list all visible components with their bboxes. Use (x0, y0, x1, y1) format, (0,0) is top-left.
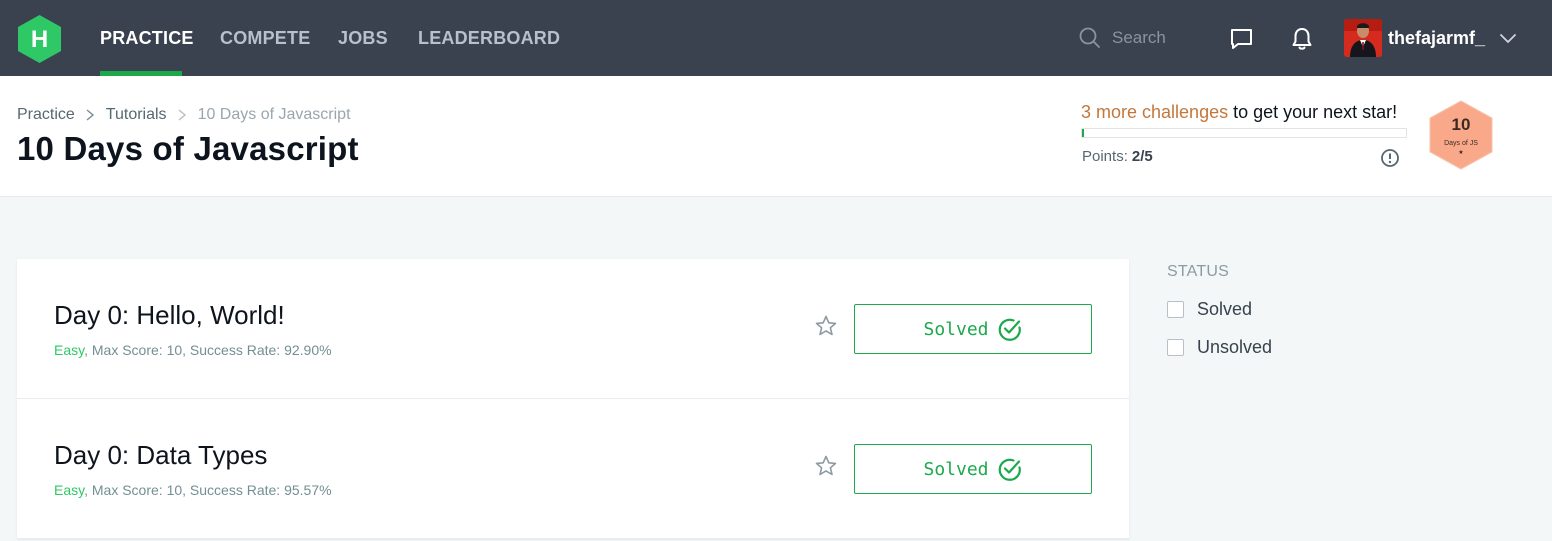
unsolved-checkbox[interactable] (1167, 339, 1184, 356)
challenge-meta: Easy, Max Score: 10, Success Rate: 95.57… (54, 482, 332, 498)
username[interactable]: thefajarmf_ (1388, 28, 1485, 49)
challenge-title[interactable]: Day 0: Hello, World! (54, 300, 285, 331)
search-box[interactable]: Search (1078, 24, 1198, 54)
solved-button[interactable]: Solved (854, 304, 1092, 354)
breadcrumb-current: 10 Days of Javascript (197, 106, 351, 123)
next-star-text: to get your next star! (1228, 102, 1398, 122)
filter-unsolved-label[interactable]: Unsolved (1197, 337, 1272, 358)
challenge-card[interactable]: Day 0: Data Types Easy, Max Score: 10, S… (17, 399, 1129, 539)
messages-icon[interactable] (1229, 27, 1255, 51)
status-filter-heading: STATUS (1167, 263, 1229, 280)
filter-solved-label[interactable]: Solved (1197, 299, 1252, 320)
points-value: 2/5 (1131, 148, 1153, 165)
filter-solved[interactable]: Solved (1167, 299, 1252, 320)
breadcrumb-tutorials[interactable]: Tutorials (106, 106, 167, 124)
points-label: Points: (1082, 148, 1128, 165)
nav-leaderboard[interactable]: LEADERBOARD (418, 28, 560, 49)
bell-icon[interactable] (1289, 26, 1315, 52)
solved-checkbox[interactable] (1167, 301, 1184, 318)
difficulty-label: Easy (54, 482, 85, 498)
challenge-stats: , Max Score: 10, Success Rate: 92.90% (84, 342, 332, 358)
badge-star-icon: ★ (1458, 149, 1463, 156)
top-navbar: H PRACTICE COMPETE JOBS LEADERBOARD Sear… (0, 0, 1552, 76)
star-progress-fill (1082, 129, 1084, 137)
breadcrumb: Practice Tutorials 10 Days of Javascript (17, 106, 351, 124)
logo-letter: H (31, 26, 48, 53)
solved-label: Solved (923, 318, 989, 340)
hackerrank-logo[interactable]: H (16, 14, 63, 64)
chevron-right-icon (85, 108, 95, 122)
page-title: 10 Days of Javascript (17, 130, 359, 167)
challenge-title[interactable]: Day 0: Data Types (54, 440, 267, 471)
next-star-message: 3 more challenges to get your next star! (1081, 102, 1397, 123)
nav-jobs[interactable]: JOBS (338, 28, 388, 49)
avatar[interactable] (1344, 19, 1382, 57)
star-progress-bar (1081, 128, 1407, 138)
filter-unsolved[interactable]: Unsolved (1167, 337, 1272, 358)
challenge-meta: Easy, Max Score: 10, Success Rate: 92.90… (54, 342, 332, 358)
difficulty-label: Easy (54, 342, 85, 358)
challenge-list: Day 0: Hello, World! Easy, Max Score: 10… (17, 259, 1129, 539)
search-input[interactable]: Search (1112, 28, 1166, 48)
solved-button[interactable]: Solved (854, 444, 1092, 494)
nav-practice[interactable]: PRACTICE (100, 28, 194, 49)
breadcrumb-practice[interactable]: Practice (17, 106, 75, 124)
days-of-js-badge[interactable]: 10 Days of JS ★ (1428, 100, 1494, 170)
badge-number: 10 (1452, 115, 1471, 134)
challenge-card[interactable]: Day 0: Hello, World! Easy, Max Score: 10… (17, 259, 1129, 399)
info-icon[interactable] (1380, 148, 1400, 168)
solved-label: Solved (923, 458, 989, 480)
check-circle-icon (998, 458, 1021, 481)
challenge-stats: , Max Score: 10, Success Rate: 95.57% (84, 482, 332, 498)
nav-compete[interactable]: COMPETE (220, 28, 310, 49)
check-circle-icon (998, 318, 1021, 341)
star-bookmark-icon[interactable] (814, 314, 838, 338)
challenges-remaining-link[interactable]: 3 more challenges (1081, 102, 1228, 122)
chevron-right-icon (177, 108, 187, 122)
points-display: Points: 2/5 (1082, 148, 1153, 165)
chevron-down-icon[interactable] (1499, 31, 1517, 45)
star-bookmark-icon[interactable] (814, 454, 838, 478)
search-icon (1079, 27, 1100, 48)
badge-subtitle: Days of JS (1444, 140, 1478, 147)
page-header: Practice Tutorials 10 Days of Javascript… (0, 76, 1552, 197)
